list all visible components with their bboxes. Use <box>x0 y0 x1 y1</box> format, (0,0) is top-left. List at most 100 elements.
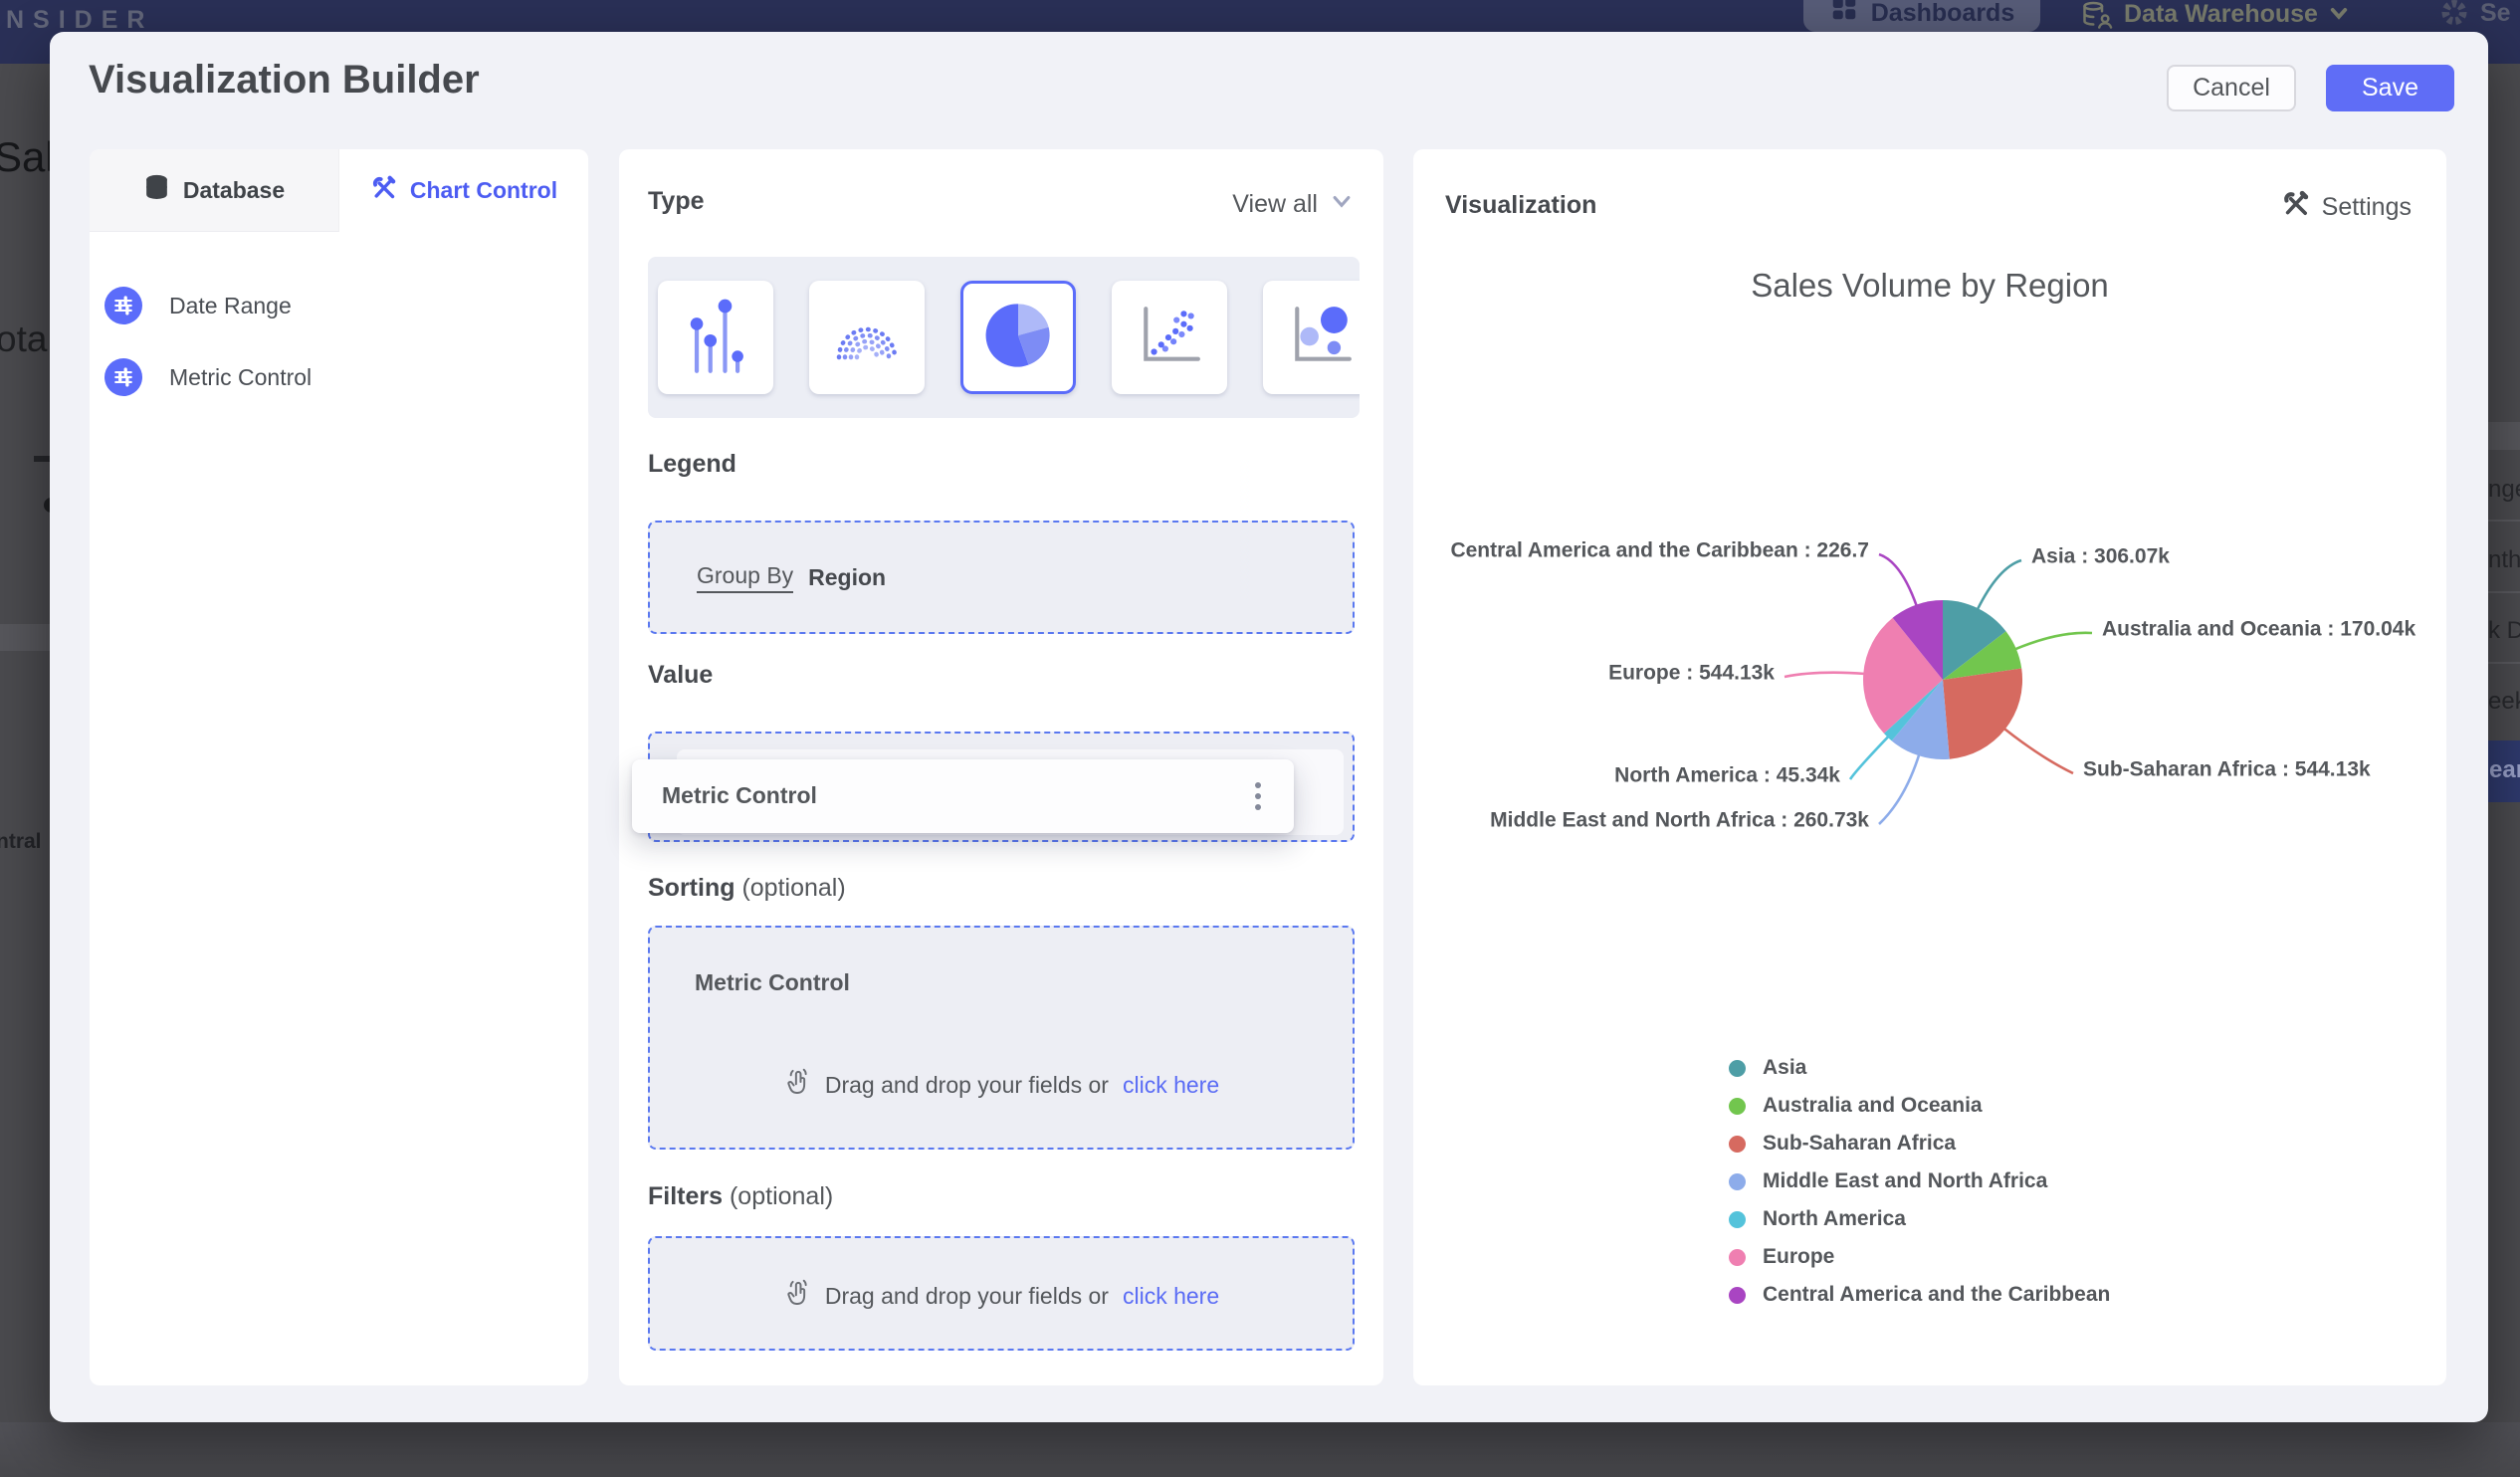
brand-logo: NSIDER <box>6 6 154 34</box>
chart-type-pie[interactable] <box>960 281 1076 394</box>
sorting-drop-text: Drag and drop your fields or <box>824 1071 1109 1098</box>
bg-divider-right <box>2486 422 2520 450</box>
legend-color-dot <box>1729 1172 1746 1190</box>
filters-section-title: Filters (optional) <box>648 1182 833 1211</box>
sidebar-item-metric-control[interactable]: Metric Control <box>105 353 542 401</box>
group-by-label[interactable]: Group By <box>697 562 794 593</box>
tab-chart-control[interactable]: Chart Control <box>339 149 588 232</box>
bg-bottom-band <box>0 1422 2520 1477</box>
legend-item[interactable]: Australia and Oceania <box>1729 1087 2110 1125</box>
sidebar-item-label: Date Range <box>169 292 292 318</box>
pie-slice-label: Middle East and North Africa : 260.73k <box>1490 809 1869 832</box>
tab-database[interactable]: Database <box>90 149 339 232</box>
view-all-dropdown[interactable]: View all <box>1232 189 1354 220</box>
legend-color-dot <box>1729 1210 1746 1228</box>
legend-color-dot <box>1729 1059 1746 1077</box>
pie-slice-label: Europe : 544.13k <box>1608 662 1775 685</box>
legend-color-dot <box>1729 1248 1746 1266</box>
sorting-click-here-link[interactable]: click here <box>1123 1072 1219 1099</box>
sorting-title-text: Sorting <box>648 874 735 902</box>
tab-database-label: Database <box>182 176 286 203</box>
hand-click-icon <box>783 1278 811 1314</box>
view-all-label: View all <box>1232 190 1318 218</box>
legend-item-label: Europe <box>1763 1245 1835 1268</box>
legend-item[interactable]: Central America and the Caribbean <box>1729 1276 2110 1314</box>
settings-label: Settings <box>2321 192 2412 221</box>
control-sidebar-card: Database Chart Control Date Range Metric… <box>90 149 588 1385</box>
tools-icon <box>2281 189 2310 225</box>
nav-settings-label: Se <box>2480 0 2511 27</box>
dashboard-grid-icon <box>1829 0 1859 28</box>
bg-fragment-sal: Sal <box>0 133 55 180</box>
legend-item[interactable]: Sub-Saharan Africa <box>1729 1125 2110 1162</box>
chevron-down-icon <box>2328 2 2350 31</box>
chart-type-bubble[interactable] <box>1263 281 1360 394</box>
legend-item[interactable]: Asia <box>1729 1049 2110 1087</box>
chart-type-picker <box>648 257 1360 418</box>
bg-fragment-ear: ear <box>2489 756 2520 783</box>
sorting-drop-zone[interactable]: Metric Control Drag and drop your fields… <box>648 926 1355 1150</box>
legend-item-label: Sub-Saharan Africa <box>1763 1132 1957 1155</box>
bg-fragment-nge: nge <box>2488 476 2520 503</box>
hand-click-icon <box>783 1067 811 1103</box>
legend-item[interactable]: Europe <box>1729 1238 2110 1276</box>
nav-dashboards-label: Dashboards <box>1870 0 2015 27</box>
modal-title: Visualization Builder <box>89 58 480 102</box>
nav-data-warehouse-label: Data Warehouse <box>2124 0 2318 28</box>
filters-click-here-link[interactable]: click here <box>1123 1283 1219 1310</box>
filters-drop-row: Drag and drop your fields or click here <box>650 1278 1353 1314</box>
pie-slice-label: Asia : 306.07k <box>2031 545 2170 568</box>
sliders-icon <box>105 358 142 396</box>
pie-slice-label: Australia and Oceania : 170.04k <box>2102 618 2415 641</box>
legend-item-label: Middle East and North Africa <box>1763 1169 2048 1192</box>
cancel-button[interactable]: Cancel <box>2167 65 2296 111</box>
bg-fragment-ntral: ntral <box>0 830 42 853</box>
lollipop-chart-icon <box>685 296 746 380</box>
sidebar-item-label: Metric Control <box>169 363 313 390</box>
chart-title: Sales Volume by Region <box>1751 267 2109 304</box>
sorting-field-label: Metric Control <box>695 969 850 995</box>
kebab-menu-icon[interactable] <box>1255 782 1261 788</box>
filters-title-text: Filters <box>648 1182 724 1210</box>
tab-chart-control-label: Chart Control <box>409 177 558 203</box>
pie-slice-label: Sub-Saharan Africa : 544.13k <box>2083 758 2371 781</box>
filters-drop-text: Drag and drop your fields or <box>824 1282 1109 1309</box>
legend-item[interactable]: North America <box>1729 1200 2110 1238</box>
pie-chart-area: Asia : 306.07k Australia and Oceania : 17… <box>1433 518 2446 1035</box>
bg-fragment-ota: ota <box>0 318 48 359</box>
value-dragged-chip[interactable]: Metric Control <box>632 759 1294 833</box>
bubble-chart-icon <box>1288 303 1354 373</box>
save-button[interactable]: Save <box>2326 65 2454 111</box>
bg-divider <box>2488 591 2520 593</box>
filters-drop-zone[interactable]: Drag and drop your fields or click here <box>648 1236 1355 1351</box>
type-section-title: Type <box>648 187 705 215</box>
filters-optional-text: (optional) <box>729 1182 834 1210</box>
group-by-value: Region <box>808 563 887 590</box>
sorting-optional-text: (optional) <box>741 874 846 902</box>
chart-config-card: Type View all Legend Group By Region Val… <box>619 149 1383 1385</box>
legend-color-dot <box>1729 1135 1746 1153</box>
sorting-section-title: Sorting (optional) <box>648 874 846 903</box>
bg-fragment-nth: nth <box>2488 546 2520 573</box>
chart-type-scatter[interactable] <box>1112 281 1227 394</box>
legend-color-dot <box>1729 1097 1746 1115</box>
bg-fragment-eek: eek <box>2488 688 2520 715</box>
sidebar-item-date-range[interactable]: Date Range <box>105 282 542 329</box>
pie-legend: Asia Australia and Oceania Sub-Saharan Afr… <box>1729 1049 2110 1314</box>
visualization-title: Visualization <box>1445 191 1597 219</box>
bg-selected-row: ear <box>2485 740 2520 802</box>
settings-button[interactable]: Settings <box>2281 189 2412 225</box>
legend-item-label: Asia <box>1763 1056 1807 1079</box>
pie-chart-svg[interactable]: Asia : 306.07k Australia and Oceania : 17… <box>1433 518 2446 1035</box>
pie-chart-icon <box>980 298 1056 378</box>
pie-slice[interactable] <box>1943 668 2023 759</box>
bg-fragment-kd: k D <box>2488 617 2520 644</box>
pie-leader-line <box>2002 727 2074 775</box>
legend-drop-zone[interactable]: Group By Region <box>648 521 1355 634</box>
chart-type-arc-dots[interactable] <box>809 281 925 394</box>
legend-item[interactable]: Middle East and North Africa <box>1729 1162 2110 1200</box>
pie-slice-label: Central America and the Caribbean : 226.… <box>1450 539 1869 562</box>
chart-type-lollipop[interactable] <box>658 281 773 394</box>
nav-item-dashboards[interactable]: Dashboards <box>1803 0 2040 32</box>
bg-divider <box>2488 662 2520 664</box>
